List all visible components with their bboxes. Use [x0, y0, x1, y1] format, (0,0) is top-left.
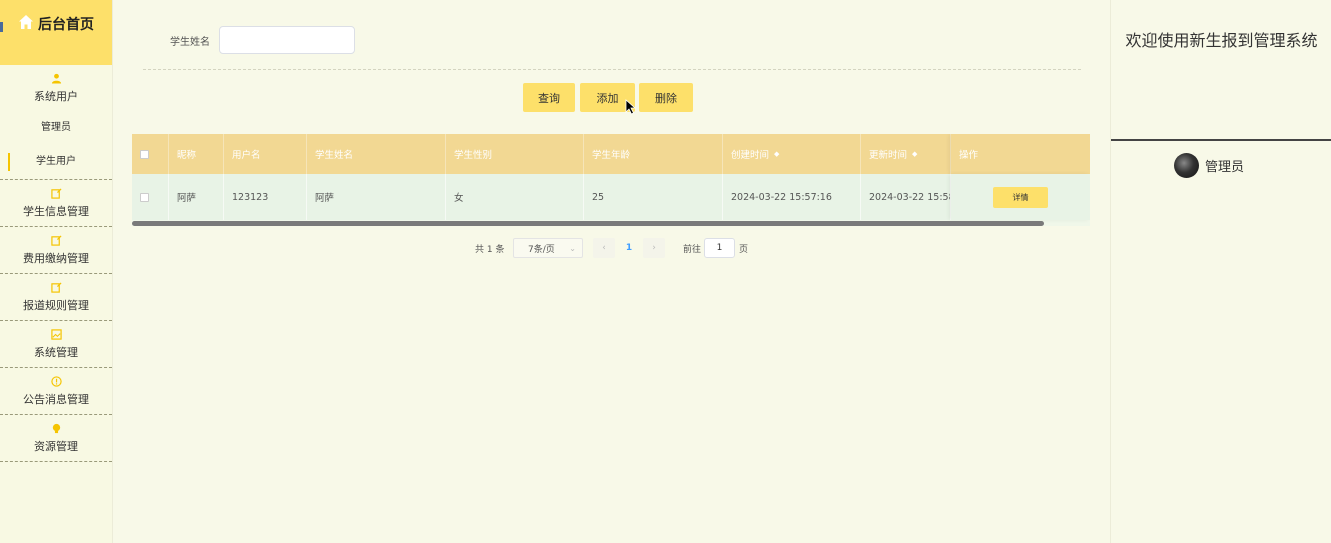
student-name-input[interactable]	[219, 26, 355, 54]
avatar	[1174, 153, 1199, 178]
menu-head-student-info[interactable]: 学生信息管理	[0, 180, 112, 226]
chevron-down-icon: ⌄	[569, 243, 576, 253]
next-page-button[interactable]: ›	[643, 238, 665, 258]
col-action: 操作	[951, 134, 1090, 174]
menu-group-system-users: 系统用户 管理员 学生用户	[0, 65, 112, 180]
sort-icon[interactable]: ◆	[774, 150, 779, 158]
detail-button[interactable]: 详情	[993, 187, 1048, 208]
col-created-label: 创建时间	[731, 150, 770, 161]
select-all-cell	[132, 134, 169, 174]
mouse-cursor-icon	[625, 99, 637, 115]
header-divider	[1111, 139, 1331, 141]
page-size-value: 7条/页	[528, 244, 555, 255]
menu-label: 系统管理	[34, 345, 78, 359]
col-age: 学生年龄	[584, 134, 723, 174]
delete-button[interactable]: 删除	[639, 83, 693, 112]
menu-label: 系统用户	[34, 89, 78, 103]
menu-head-resources[interactable]: 资源管理	[0, 415, 112, 461]
table-row: 阿萨 123123 阿萨 女 25 2024-03-22 15:57:16 20…	[132, 174, 1090, 220]
col-updated[interactable]: 更新时间 ◆	[861, 134, 951, 174]
user-icon	[51, 73, 62, 84]
col-created[interactable]: 创建时间 ◆	[723, 134, 861, 174]
cell-action: 详情	[951, 174, 1090, 220]
cell-username: 123123	[224, 174, 307, 220]
edit-icon	[50, 234, 62, 246]
info-circle-icon	[50, 375, 62, 387]
row-select-cell	[132, 174, 169, 220]
col-gender: 学生性别	[446, 134, 584, 174]
menu-group-system-manage: 系统管理	[0, 321, 112, 368]
pagination-total: 共 1 条	[475, 244, 505, 255]
menu-head-fees[interactable]: 费用缴纳管理	[0, 227, 112, 273]
menu-group-report-rules: 报道规则管理	[0, 274, 112, 321]
divider	[143, 69, 1081, 70]
menu-label: 学生信息管理	[23, 204, 89, 218]
menu-head-system-manage[interactable]: 系统管理	[0, 321, 112, 367]
prev-page-button[interactable]: ‹	[593, 238, 615, 258]
edit-icon	[50, 187, 62, 199]
home-icon	[18, 14, 34, 34]
home-label: 后台首页	[38, 16, 94, 33]
goto-unit-label: 页	[739, 244, 749, 255]
edit-icon	[50, 281, 62, 293]
col-student-name: 学生姓名	[307, 134, 446, 174]
chevron-right-icon: ›	[652, 243, 656, 253]
menu-group-announcements: 公告消息管理	[0, 368, 112, 415]
menu-label: 公告消息管理	[23, 392, 89, 406]
select-all-checkbox[interactable]	[140, 149, 149, 159]
header-panel: 欢迎使用新生报到管理系统 管理员	[1110, 0, 1331, 543]
menu-label: 资源管理	[34, 439, 78, 453]
cell-gender: 女	[446, 174, 584, 220]
table-header: 昵称 用户名 学生姓名 学生性别 学生年龄 创建时间 ◆ 更新时间 ◆	[132, 134, 1090, 174]
cell-nickname: 阿萨	[169, 174, 224, 220]
menu-head-report-rules[interactable]: 报道规则管理	[0, 274, 112, 320]
chevron-left-icon: ‹	[602, 243, 606, 253]
menu-group-resources: 资源管理	[0, 415, 112, 462]
window-edge-marker	[0, 22, 3, 32]
sidebar: 后台首页 系统用户 管理员 学生用户 学生信息管理 费用缴纳管理 报道规则管理 …	[0, 0, 113, 543]
main-content: 学生姓名 查询 添加 删除 昵称 用户名 学生姓名 学生性别 学生年龄 创建时间…	[113, 0, 1110, 543]
picture-icon	[50, 328, 62, 340]
menu-label: 报道规则管理	[23, 298, 89, 312]
query-button[interactable]: 查询	[523, 83, 575, 112]
page-size-select[interactable]: 7条/页 ⌄	[513, 238, 583, 258]
col-username: 用户名	[224, 134, 307, 174]
menu-group-fees: 费用缴纳管理	[0, 227, 112, 274]
welcome-title: 欢迎使用新生报到管理系统	[1125, 31, 1318, 50]
cell-student-name: 阿萨	[307, 174, 446, 220]
user-menu[interactable]: 管理员	[1174, 153, 1244, 178]
sidebar-item-admin[interactable]: 管理员	[0, 111, 112, 145]
menu-head-announcements[interactable]: 公告消息管理	[0, 368, 112, 414]
user-name: 管理员	[1205, 160, 1245, 175]
search-label: 学生姓名	[170, 37, 210, 48]
goto-label: 前往	[683, 244, 702, 255]
home-link[interactable]: 后台首页	[0, 0, 112, 65]
cell-age: 25	[584, 174, 723, 220]
cell-created: 2024-03-22 15:57:16	[723, 174, 861, 220]
cell-updated: 2024-03-22 15:58:3	[861, 174, 951, 220]
menu-group-student-info: 学生信息管理	[0, 180, 112, 227]
bulb-icon	[51, 423, 62, 434]
page-number-current[interactable]: 1	[617, 238, 641, 258]
goto-page-input[interactable]: 1	[704, 238, 735, 258]
menu-label: 费用缴纳管理	[23, 251, 89, 265]
horizontal-scrollbar[interactable]	[132, 221, 1044, 226]
col-nickname: 昵称	[169, 134, 224, 174]
sidebar-item-student-user[interactable]: 学生用户	[0, 145, 112, 179]
row-checkbox[interactable]	[140, 192, 149, 202]
sort-icon[interactable]: ◆	[912, 150, 917, 158]
col-updated-label: 更新时间	[869, 150, 908, 161]
menu-head-system-users[interactable]: 系统用户	[0, 65, 112, 111]
data-table: 昵称 用户名 学生姓名 学生性别 学生年龄 创建时间 ◆ 更新时间 ◆ 操作 阿…	[132, 134, 1090, 226]
